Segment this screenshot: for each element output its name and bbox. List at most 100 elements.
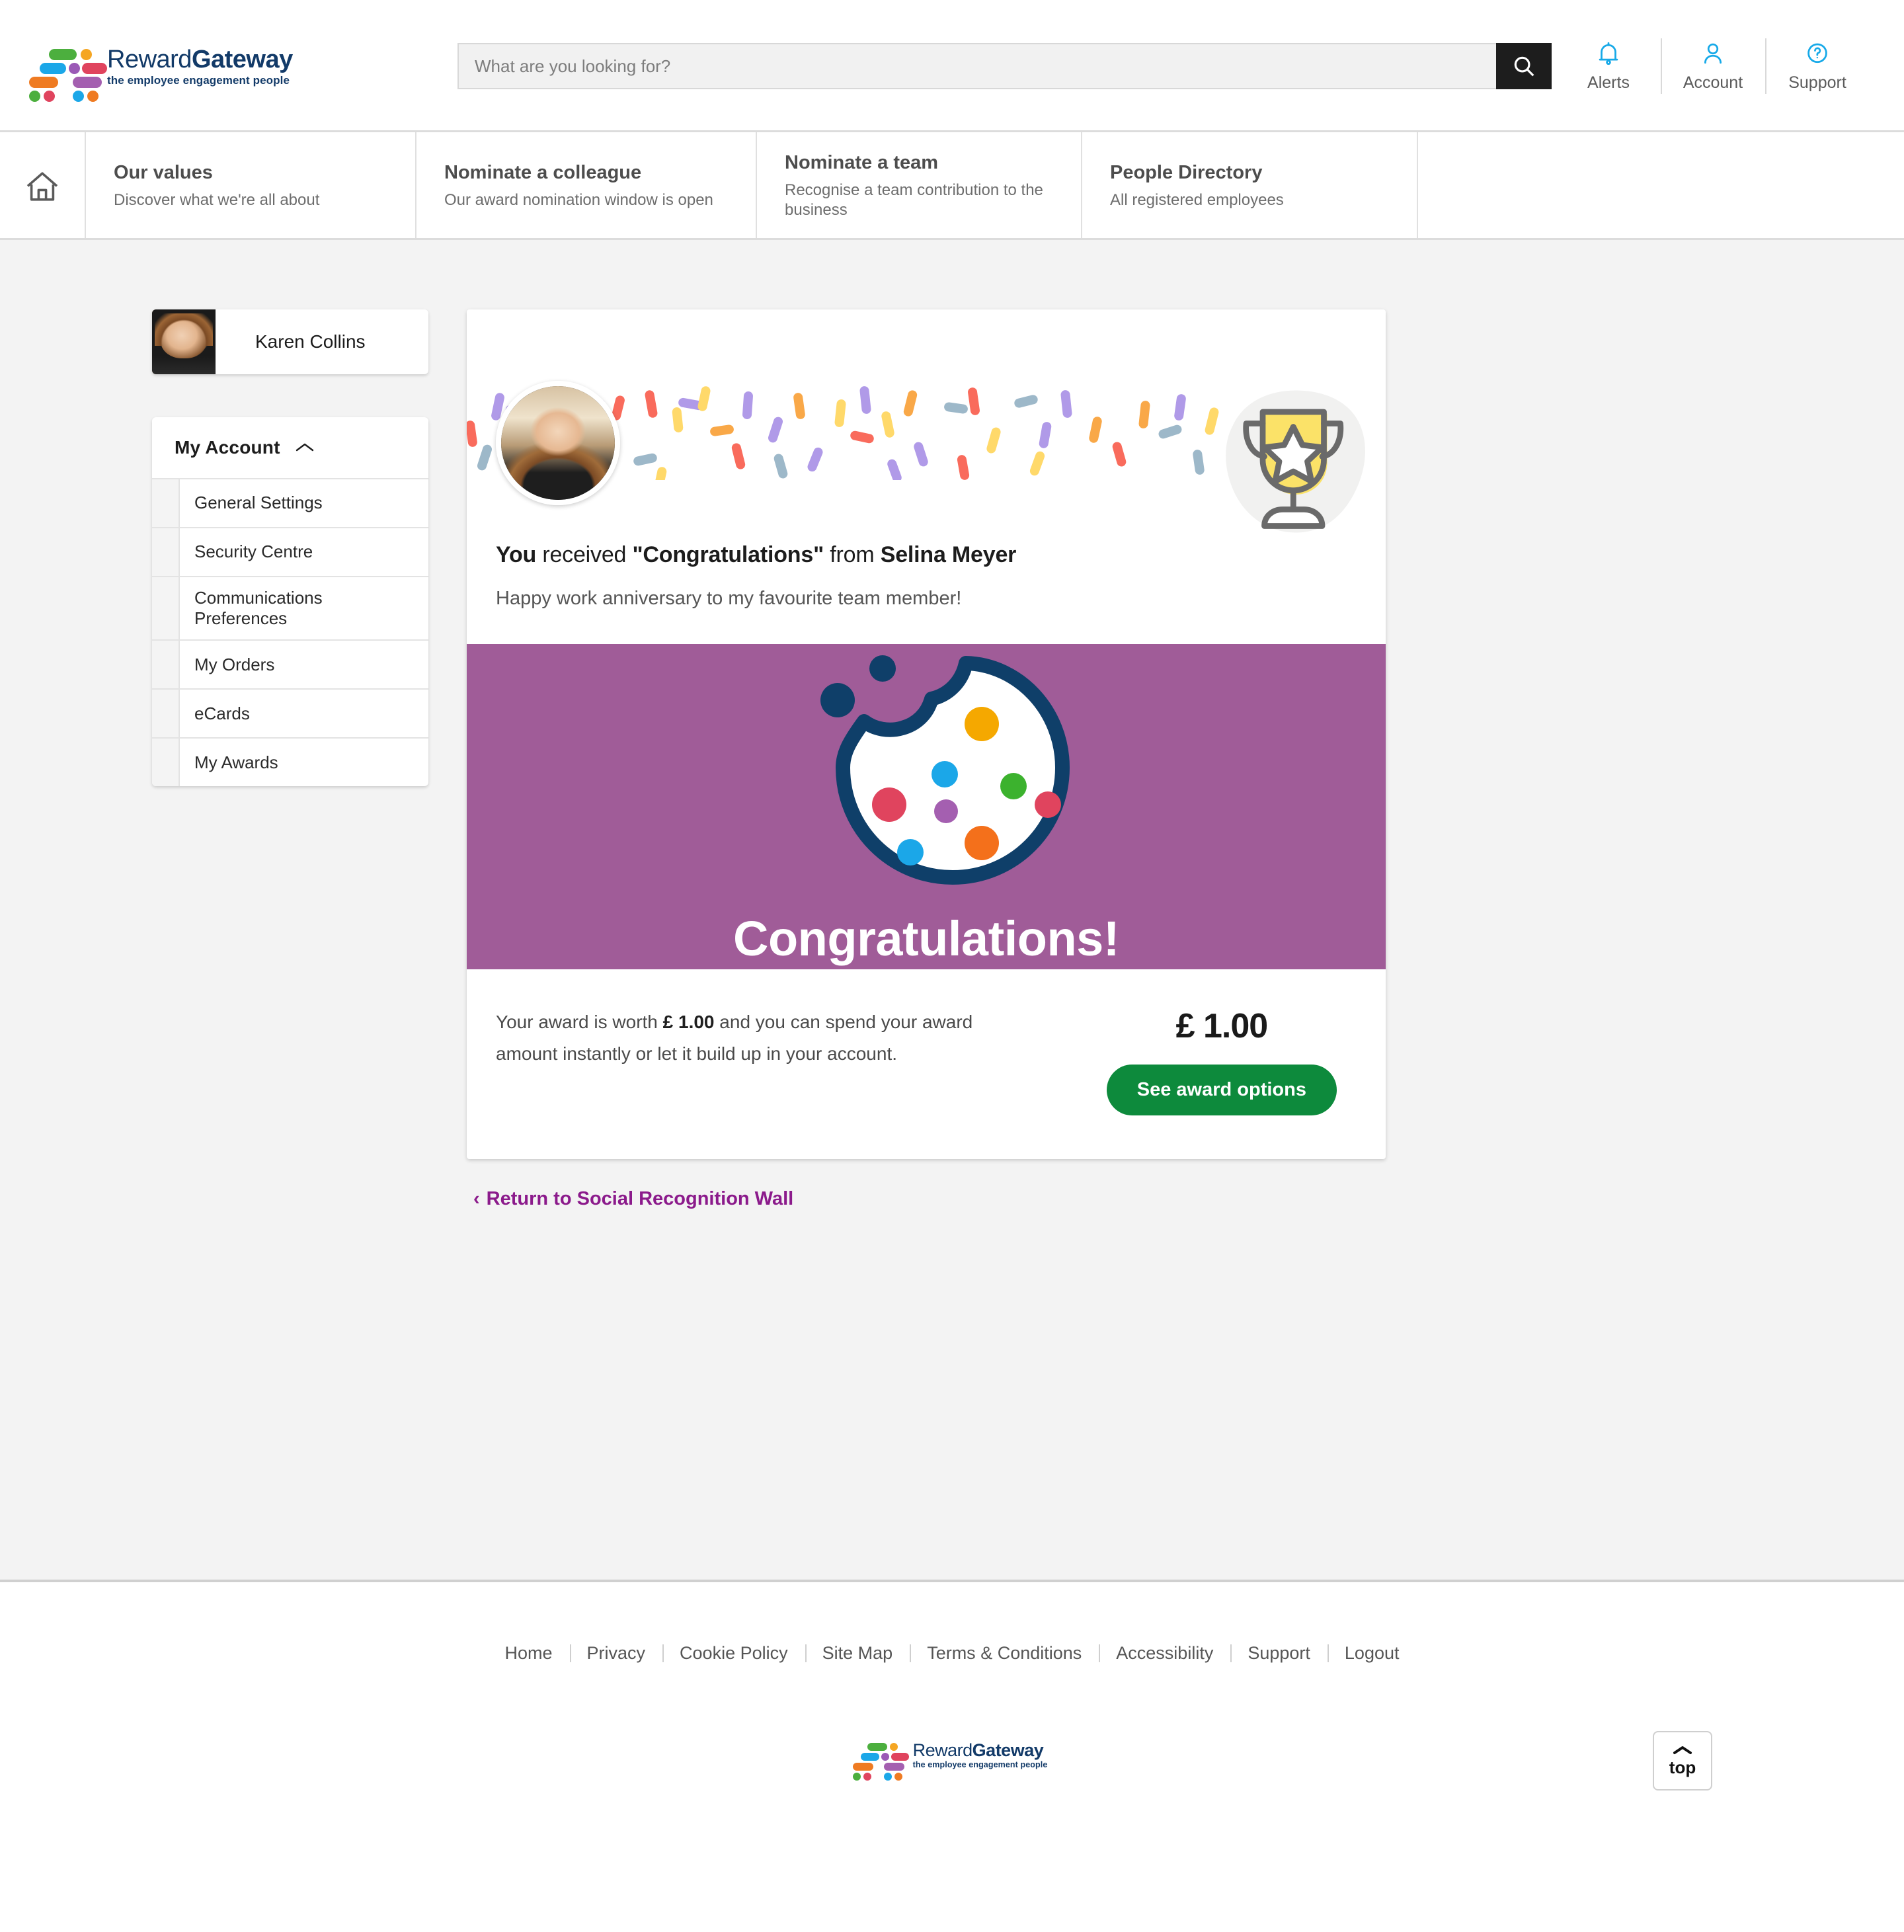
sidebar-item-label: eCards (194, 703, 250, 723)
footer-brand-name-light: Reward (912, 1740, 973, 1760)
footer-link-support[interactable]: Support (1230, 1643, 1328, 1664)
brand-logo[interactable]: RewardGateway the employee engagement pe… (29, 45, 338, 102)
footer-link-site-map[interactable]: Site Map (805, 1643, 910, 1664)
see-award-options-button[interactable]: See award options (1106, 1065, 1337, 1115)
sidebar-item-my-orders[interactable]: My Orders (152, 639, 428, 689)
reward-gateway-logo-mark-footer (852, 1742, 909, 1781)
headline-connector: from (824, 542, 881, 567)
award-summary: Your award is worth £ 1.00 and you can s… (467, 969, 1386, 1159)
footer-link-privacy[interactable]: Privacy (569, 1643, 663, 1664)
top-header: RewardGateway the employee engagement pe… (0, 0, 1904, 132)
reward-gateway-logo-mark (29, 49, 107, 102)
nav-subtitle: Discover what we're all about (114, 191, 320, 209)
trophy-icon (1226, 390, 1365, 533)
my-account-menu: General Settings Security Centre Communi… (152, 478, 428, 787)
page-footer: Home Privacy Cookie Policy Site Map Term… (0, 1582, 1904, 1932)
profile-card[interactable]: Karen Collins (152, 309, 428, 374)
chevron-up-icon (1673, 1746, 1692, 1754)
headline-award-name: "Congratulations" (632, 542, 824, 567)
page-body: Karen Collins My Account General Setting… (0, 240, 1904, 1582)
ecard-header: You received "Congratulations" from Seli… (467, 381, 1386, 644)
nav-item-people-directory[interactable]: People Directory All registered employee… (1081, 132, 1417, 240)
footer-brand-tagline: the employee engagement people (912, 1760, 1048, 1769)
footer-logo: RewardGateway the employee engagement pe… (0, 1740, 1904, 1781)
chevron-left-icon: ‹ (473, 1188, 480, 1209)
utility-item-alerts[interactable]: Alerts (1556, 34, 1661, 98)
sidebar-item-general-settings[interactable]: General Settings (152, 478, 428, 527)
search-input[interactable] (457, 43, 1496, 89)
brand-name-bold: Gateway (191, 45, 293, 73)
back-to-top-button[interactable]: top (1653, 1731, 1712, 1791)
headline-verb: received (536, 542, 633, 567)
nav-item-nominate-a-colleague[interactable]: Nominate a colleague Our award nominatio… (415, 132, 756, 240)
utility-item-support[interactable]: Support (1765, 34, 1870, 98)
brand-name-light: Reward (107, 45, 192, 73)
nav-spacer (1417, 132, 1904, 240)
sidebar-item-label: My Orders (194, 654, 275, 674)
award-action-area: £ 1.00 See award options (1106, 1006, 1357, 1115)
my-account-title: My Account (175, 437, 280, 458)
sidebar-item-ecards[interactable]: eCards (152, 688, 428, 738)
footer-link-cookie-policy[interactable]: Cookie Policy (662, 1643, 805, 1664)
footer-link-home[interactable]: Home (488, 1643, 570, 1664)
nav-title: Our values (114, 162, 213, 183)
footer-links: Home Privacy Cookie Policy Site Map Term… (0, 1643, 1904, 1664)
chevron-up-icon (296, 443, 313, 452)
sidebar-item-label: Communications Preferences (194, 588, 323, 629)
return-to-recognition-wall-link[interactable]: ‹ Return to Social Recognition Wall (473, 1188, 793, 1210)
search-button[interactable] (1496, 43, 1552, 89)
sidebar-item-label: General Settings (194, 493, 323, 513)
ecard-message: Happy work anniversary to my favourite t… (496, 588, 962, 609)
ecard-artwork-title: Congratulations! (733, 910, 1119, 966)
utility-label-support: Support (1788, 73, 1846, 92)
nav-item-our-values[interactable]: Our values Discover what we're all about (85, 132, 415, 240)
award-description-pre: Your award is worth (496, 1012, 663, 1032)
ecard-headline: You received "Congratulations" from Seli… (496, 542, 1357, 568)
sidebar: Karen Collins My Account General Setting… (152, 309, 428, 1210)
nav-title: Nominate a team (785, 152, 939, 173)
sidebar-item-communications-preferences[interactable]: Communications Preferences (152, 576, 428, 640)
sidebar-item-label: Security Centre (194, 542, 313, 562)
nav-subtitle: All registered employees (1110, 191, 1284, 209)
footer-link-accessibility[interactable]: Accessibility (1099, 1643, 1230, 1664)
nav-title: People Directory (1110, 162, 1263, 183)
ecard-panel: You received "Congratulations" from Seli… (467, 309, 1386, 1159)
utility-item-account[interactable]: Account (1661, 34, 1765, 98)
nav-item-home[interactable] (0, 132, 85, 240)
sender-avatar (496, 381, 620, 505)
brand-tagline: the employee engagement people (107, 73, 290, 87)
profile-name: Karen Collins (255, 331, 366, 352)
bell-icon (1599, 42, 1618, 65)
headline-sender: Selina Meyer (880, 542, 1017, 567)
nav-subtitle: Our award nomination window is open (444, 191, 713, 209)
main-navigation: Our values Discover what we're all about… (0, 132, 1904, 240)
utility-label-alerts: Alerts (1587, 73, 1630, 92)
award-description: Your award is worth £ 1.00 and you can s… (496, 1006, 1018, 1115)
nav-subtitle: Recognise a team contribution to the bus… (785, 181, 1043, 219)
nav-item-nominate-a-team[interactable]: Nominate a team Recognise a team contrib… (756, 132, 1081, 240)
sidebar-item-security-centre[interactable]: Security Centre (152, 527, 428, 576)
sidebar-item-my-awards[interactable]: My Awards (152, 737, 428, 787)
nav-title: Nominate a colleague (444, 162, 642, 183)
footer-link-logout[interactable]: Logout (1327, 1643, 1417, 1664)
my-account-panel: My Account General Settings Security Cen… (152, 417, 428, 787)
question-circle-icon (1807, 43, 1827, 63)
footer-link-terms-and-conditions[interactable]: Terms & Conditions (910, 1643, 1099, 1664)
ecard-artwork: Congratulations! (467, 644, 1386, 969)
my-account-header[interactable]: My Account (152, 417, 428, 478)
utility-label-account: Account (1683, 73, 1743, 92)
headline-recipient: You (496, 542, 537, 567)
return-link-label: Return to Social Recognition Wall (486, 1188, 794, 1209)
back-to-top-label: top (1669, 1757, 1696, 1777)
user-icon (1704, 43, 1722, 63)
award-amount: £ 1.00 (1175, 1007, 1269, 1045)
cookie-icon (820, 655, 1070, 885)
search-icon (1514, 56, 1534, 77)
search-bar (457, 43, 1552, 89)
avatar (152, 309, 216, 374)
sidebar-item-label: My Awards (194, 752, 278, 772)
utility-nav: Alerts Account Support (1556, 34, 1870, 98)
award-description-amount: £ 1.00 (662, 1012, 715, 1032)
main-column: You received "Congratulations" from Seli… (467, 309, 1386, 1210)
footer-brand-name-bold: Gateway (972, 1740, 1044, 1760)
